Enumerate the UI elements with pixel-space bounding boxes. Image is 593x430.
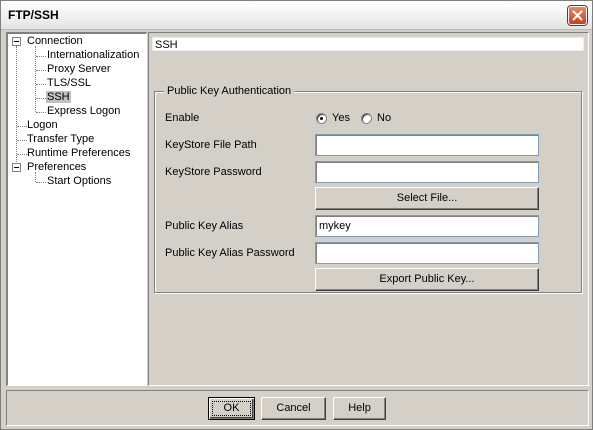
tree-item-label: Internationalization xyxy=(47,49,140,61)
tree-item-label: Runtime Preferences xyxy=(27,147,131,159)
cancel-button[interactable]: Cancel xyxy=(261,397,326,420)
ok-button[interactable]: OK xyxy=(208,397,255,420)
keystore-path-label: KeyStore File Path xyxy=(165,139,257,151)
tree-item-label: Proxy Server xyxy=(47,63,111,75)
tree-item-ssh[interactable]: SSH xyxy=(46,91,71,104)
window-title: FTP/SSH xyxy=(8,8,59,22)
keystore-password-label: KeyStore Password xyxy=(165,166,262,178)
keystore-password-field[interactable] xyxy=(315,161,539,183)
settings-panel: SSH Public Key Authentication Enable Yes… xyxy=(148,32,589,386)
group-legend: Public Key Authentication xyxy=(164,84,295,98)
help-button[interactable]: Help xyxy=(333,397,386,420)
tree-item-connection[interactable]: Connection xyxy=(27,35,83,48)
alias-password-field[interactable] xyxy=(315,242,539,264)
tree-item-proxy-server[interactable]: Proxy Server xyxy=(47,63,111,76)
tree-item-label: Connection xyxy=(27,35,83,47)
settings-tree: Connection Internationalization Proxy Se… xyxy=(6,32,147,386)
enable-no-label[interactable]: No xyxy=(377,111,391,125)
alias-field[interactable]: mykey xyxy=(315,215,539,237)
enable-yes-label[interactable]: Yes xyxy=(332,111,350,125)
tree-connector xyxy=(17,140,27,141)
tree-item-label: TLS/SSL xyxy=(47,77,92,89)
tree-item-transfer-type[interactable]: Transfer Type xyxy=(27,133,94,146)
tree-item-tls-ssl[interactable]: TLS/SSL xyxy=(47,77,91,90)
close-button[interactable] xyxy=(567,5,588,26)
public-key-auth-group: Public Key Authentication Enable Yes No … xyxy=(154,84,582,293)
tree-item-runtime-preferences[interactable]: Runtime Preferences xyxy=(27,147,130,160)
tree-item-preferences[interactable]: Preferences xyxy=(27,161,86,174)
collapse-preferences-toggle[interactable] xyxy=(12,163,21,172)
tree-item-express-logon[interactable]: Express Logon xyxy=(47,105,120,118)
tree-connector xyxy=(36,182,46,183)
enable-yes-radio[interactable] xyxy=(316,113,327,124)
tree-connector xyxy=(36,112,46,113)
tree-connector xyxy=(36,56,46,57)
tree-connector xyxy=(36,70,46,71)
tree-item-start-options[interactable]: Start Options xyxy=(47,175,111,188)
tree-item-label: SSH xyxy=(46,91,71,103)
section-title: SSH xyxy=(152,37,584,51)
button-bar: OK Cancel Help xyxy=(6,390,589,426)
collapse-connection-toggle[interactable] xyxy=(12,37,21,46)
alias-password-label: Public Key Alias Password xyxy=(165,247,295,259)
tree-item-label: Express Logon xyxy=(47,105,121,117)
tree-item-internationalization[interactable]: Internationalization xyxy=(47,49,139,62)
tree-item-logon[interactable]: Logon xyxy=(27,119,58,132)
close-icon xyxy=(572,10,583,21)
tree-connector xyxy=(17,126,27,127)
tree-item-label: Start Options xyxy=(47,175,112,187)
tree-item-label: Transfer Type xyxy=(27,133,95,145)
keystore-path-field[interactable] xyxy=(315,134,539,156)
export-public-key-button[interactable]: Export Public Key... xyxy=(315,268,539,291)
alias-label: Public Key Alias xyxy=(165,220,244,232)
enable-label: Enable xyxy=(165,112,200,124)
tree-connector xyxy=(36,84,46,85)
ftp-ssh-dialog: FTP/SSH Connection Internationalization … xyxy=(0,0,593,430)
select-file-button[interactable]: Select File... xyxy=(315,187,539,210)
tree-item-label: Preferences xyxy=(27,161,87,173)
tree-connector xyxy=(17,154,27,155)
tree-item-label: Logon xyxy=(27,119,58,131)
enable-no-radio[interactable] xyxy=(361,113,372,124)
focus-rect xyxy=(212,401,251,416)
title-bar: FTP/SSH xyxy=(1,1,592,30)
tree-connector xyxy=(36,98,46,99)
